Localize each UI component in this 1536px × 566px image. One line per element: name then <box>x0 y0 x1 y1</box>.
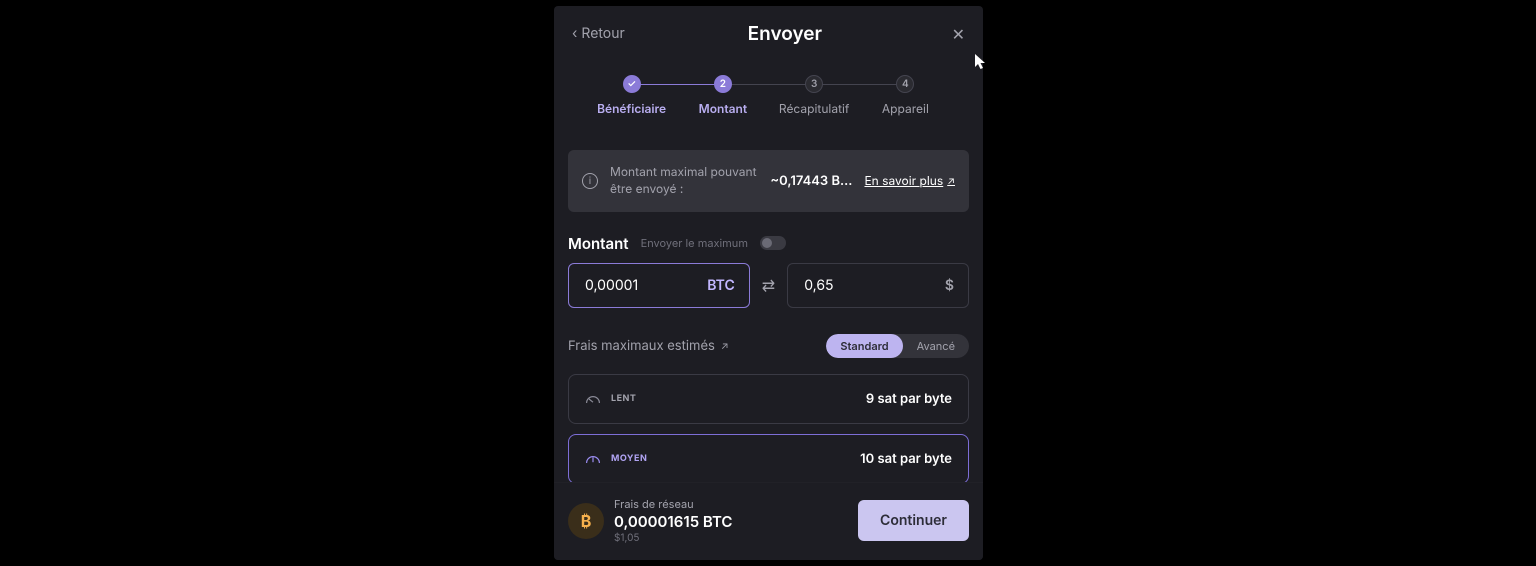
step-recapitulatif[interactable]: 3 Récapitulatif <box>769 75 860 116</box>
fee-option-medium[interactable]: MOYEN 10 sat par byte <box>568 434 969 482</box>
amount-title: Montant <box>568 234 629 253</box>
modal-content[interactable]: i Montant maximal pouvant être envoyé : … <box>554 132 983 482</box>
step-beneficiaire[interactable]: ✓ Bénéficiaire <box>586 75 677 116</box>
step-circle: 4 <box>896 75 914 93</box>
fee-options-list: LENT 9 sat par byte MOYEN 10 sat par byt… <box>568 374 969 482</box>
fees-section-head: Frais maximaux estimés ↗ Standard Avancé <box>568 334 969 358</box>
crypto-amount-field[interactable]: BTC <box>568 263 750 308</box>
fee-rate: 9 sat par byte <box>866 391 952 407</box>
back-label: Retour <box>581 25 624 42</box>
step-circle: ✓ <box>623 75 641 93</box>
step-circle: 2 <box>714 75 732 93</box>
step-circle: 3 <box>805 75 823 93</box>
segment-advanced[interactable]: Avancé <box>903 334 969 358</box>
fiat-amount-input[interactable] <box>802 276 939 295</box>
learn-more-link[interactable]: En savoir plus ↗ <box>864 173 955 188</box>
max-amount-value: ~0,17443 B... <box>770 173 852 189</box>
fee-summary: Frais de réseau 0,00001615 BTC $1,05 <box>614 497 732 544</box>
step-label: Montant <box>699 101 747 116</box>
crypto-amount-input[interactable] <box>583 276 701 295</box>
chevron-left-icon: ‹ <box>572 25 577 42</box>
crypto-unit: BTC <box>707 277 735 294</box>
bitcoin-icon: ₿ <box>568 503 604 539</box>
info-text-block: Montant maximal pouvant être envoyé : ~0… <box>610 164 852 198</box>
step-connector <box>723 84 814 85</box>
send-max-label: Envoyer le maximum <box>641 236 748 250</box>
step-appareil[interactable]: 4 Appareil <box>860 75 951 116</box>
fees-title: Frais maximaux estimés ↗ <box>568 338 729 354</box>
fiat-unit: $ <box>945 277 954 294</box>
check-icon: ✓ <box>627 78 636 90</box>
network-fee-label: Frais de réseau <box>614 497 732 511</box>
continue-button[interactable]: Continuer <box>858 500 969 541</box>
step-label: Bénéficiaire <box>597 101 666 116</box>
fee-option-left: LENT <box>585 393 636 404</box>
step-label: Récapitulatif <box>779 101 849 116</box>
coin-symbol: ₿ <box>581 511 592 531</box>
gauge-slow-icon <box>585 394 601 404</box>
stepper: ✓ Bénéficiaire 2 Montant 3 Récapitulatif… <box>554 55 983 132</box>
send-max-toggle[interactable] <box>760 236 786 250</box>
fee-mode-segment: Standard Avancé <box>826 334 969 358</box>
close-button[interactable]: ✕ <box>945 24 965 44</box>
fee-summary-block: ₿ Frais de réseau 0,00001615 BTC $1,05 <box>568 497 732 544</box>
amount-inputs: BTC ⇄ $ <box>568 263 969 308</box>
back-button[interactable]: ‹ Retour <box>572 25 625 42</box>
max-amount-banner: i Montant maximal pouvant être envoyé : … <box>568 150 969 212</box>
external-link-icon: ↗ <box>947 175 955 187</box>
step-connector <box>632 84 723 85</box>
modal-header: ‹ Retour Envoyer ✕ <box>554 6 983 55</box>
modal-footer: ₿ Frais de réseau 0,00001615 BTC $1,05 C… <box>554 482 983 560</box>
swap-icon: ⇄ <box>762 275 775 295</box>
modal-title: Envoyer <box>625 22 945 45</box>
close-icon: ✕ <box>952 24 965 44</box>
fees-title-text: Frais maximaux estimés <box>568 338 715 354</box>
step-montant[interactable]: 2 Montant <box>677 75 768 116</box>
fee-rate: 10 sat par byte <box>860 451 952 467</box>
step-label: Appareil <box>882 101 929 116</box>
learn-more-text: En savoir plus <box>864 173 943 188</box>
gauge-medium-icon <box>585 454 601 464</box>
amount-section-head: Montant Envoyer le maximum <box>568 234 969 253</box>
fee-option-slow[interactable]: LENT 9 sat par byte <box>568 374 969 424</box>
segment-standard[interactable]: Standard <box>826 334 902 358</box>
send-modal: ‹ Retour Envoyer ✕ ✓ Bénéficiaire 2 Mont… <box>554 6 983 560</box>
fee-option-left: MOYEN <box>585 453 647 464</box>
network-fee-value: 0,00001615 BTC <box>614 512 732 531</box>
fee-speed-label: MOYEN <box>611 453 647 464</box>
network-fee-fiat: $1,05 <box>614 532 732 544</box>
step-connector <box>814 84 905 85</box>
toggle-knob <box>762 238 772 248</box>
info-icon: i <box>582 173 598 189</box>
fee-speed-label: LENT <box>611 393 636 404</box>
max-amount-label: Montant maximal pouvant être envoyé : <box>610 164 760 198</box>
swap-button[interactable]: ⇄ <box>760 275 777 295</box>
fiat-amount-field[interactable]: $ <box>787 263 969 308</box>
cursor-icon <box>975 54 987 70</box>
external-link-icon[interactable]: ↗ <box>721 340 729 352</box>
